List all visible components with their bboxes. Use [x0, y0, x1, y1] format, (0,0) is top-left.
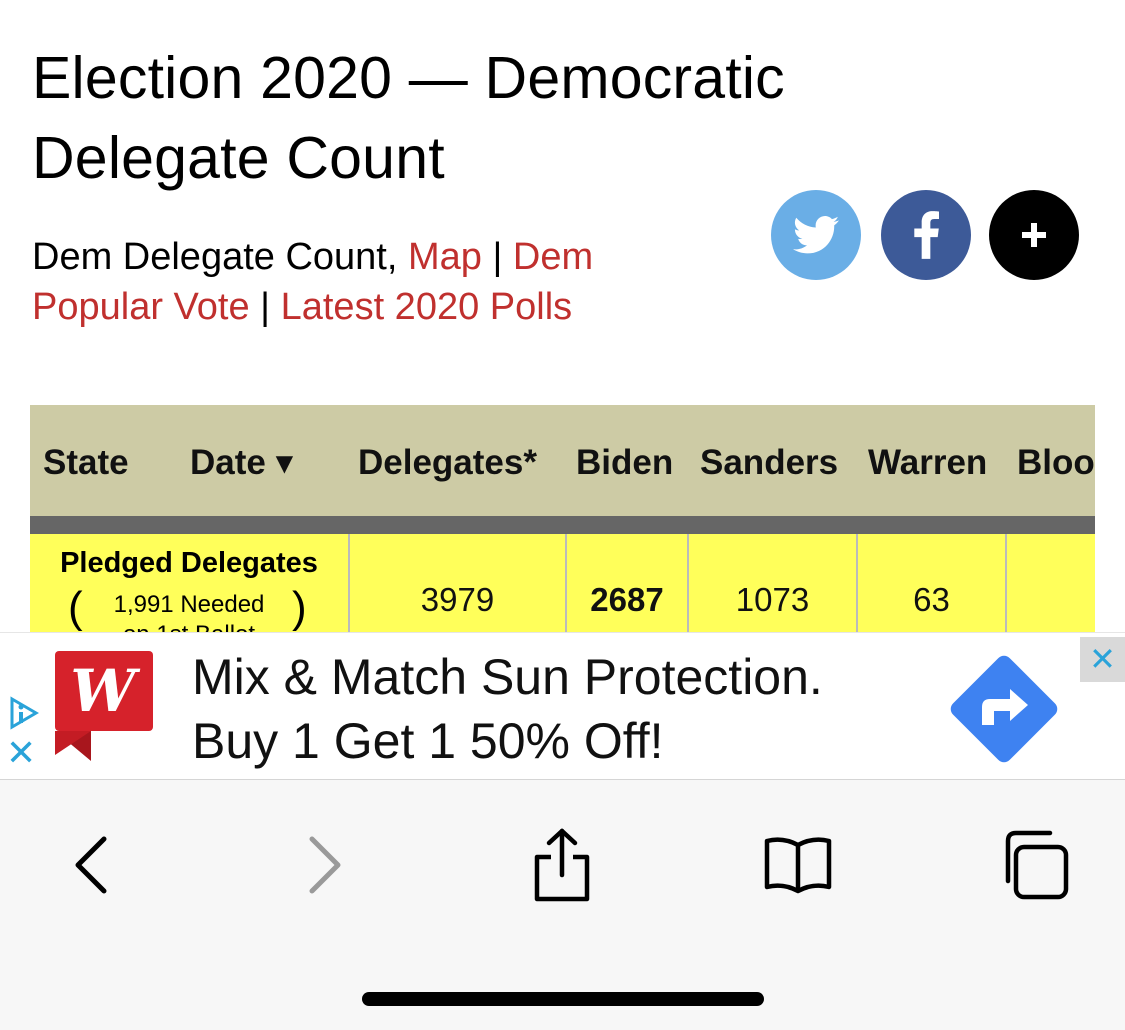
cell-biden: 2687	[590, 581, 664, 618]
logo-letter: W	[70, 657, 140, 725]
share-icon	[534, 828, 590, 902]
column-divider	[1005, 534, 1007, 635]
bookmarks-button[interactable]	[758, 825, 838, 905]
back-button[interactable]	[50, 825, 130, 905]
back-icon	[75, 836, 107, 894]
page-title: Election 2020 — Democratic Delegate Coun…	[32, 45, 785, 191]
table-header: State Date ▾ Delegates* Biden Sanders Wa…	[30, 405, 1095, 516]
facebook-icon	[914, 211, 939, 259]
forward-button[interactable]	[286, 825, 366, 905]
forward-icon	[309, 836, 341, 894]
ad-choices-icon[interactable]	[4, 693, 44, 733]
header-bloomberg[interactable]: Bloo	[1017, 443, 1095, 483]
twitter-icon	[793, 216, 839, 254]
browser-toolbar	[0, 779, 1125, 1030]
header-delegates[interactable]: Delegates*	[358, 443, 537, 483]
ad-line-1: Mix & Match Sun Protection.	[192, 649, 823, 705]
home-indicator[interactable]	[362, 992, 764, 1006]
header-divider	[30, 516, 1095, 534]
cell-delegates: 3979	[420, 581, 495, 618]
tabs-button[interactable]	[994, 825, 1074, 905]
walgreens-logo: W	[55, 651, 153, 761]
delegate-table: State Date ▾ Delegates* Biden Sanders Wa…	[30, 405, 1095, 635]
header-state[interactable]: State	[43, 443, 129, 483]
cell-warren: 63	[913, 581, 950, 618]
share-button[interactable]	[522, 825, 602, 905]
plus-icon	[1022, 223, 1046, 247]
header-sanders[interactable]: Sanders	[700, 443, 838, 483]
ad-line-2: Buy 1 Get 1 50% Off!	[192, 713, 664, 769]
header-warren[interactable]: Warren	[868, 443, 987, 483]
directions-icon[interactable]	[942, 647, 1066, 771]
ad-banner[interactable]: ✕ W Mix & Match Sun Protection. Buy 1 Ge…	[0, 632, 1125, 779]
table-row: Pledged Delegates ( 1,991 Needed on 1st …	[30, 534, 1095, 635]
nav-separator: |	[481, 236, 513, 278]
ad-close-button[interactable]: ✕	[1080, 637, 1125, 682]
ad-copy[interactable]: Mix & Match Sun Protection. Buy 1 Get 1 …	[192, 645, 912, 773]
twitter-share-button[interactable]	[771, 190, 861, 280]
nav-prefix: Dem Delegate Count,	[32, 236, 408, 278]
nav-separator: |	[249, 286, 281, 328]
more-share-button[interactable]	[989, 190, 1079, 280]
latest-polls-link[interactable]: Latest 2020 Polls	[281, 286, 573, 328]
tabs-icon	[1005, 830, 1069, 900]
header-biden[interactable]: Biden	[576, 443, 673, 483]
nav-links: Dem Delegate Count, Map | Dem Popular Vo…	[32, 232, 692, 332]
pledged-delegates-label: Pledged Delegates	[60, 547, 318, 579]
bookmarks-icon	[764, 837, 832, 894]
ad-dismiss-icon[interactable]: ✕	[6, 733, 36, 773]
header-date[interactable]: Date ▾	[190, 443, 293, 483]
map-link[interactable]: Map	[408, 236, 482, 278]
close-paren: )	[292, 583, 307, 632]
cell-sanders: 1073	[735, 581, 810, 618]
facebook-share-button[interactable]	[881, 190, 971, 280]
